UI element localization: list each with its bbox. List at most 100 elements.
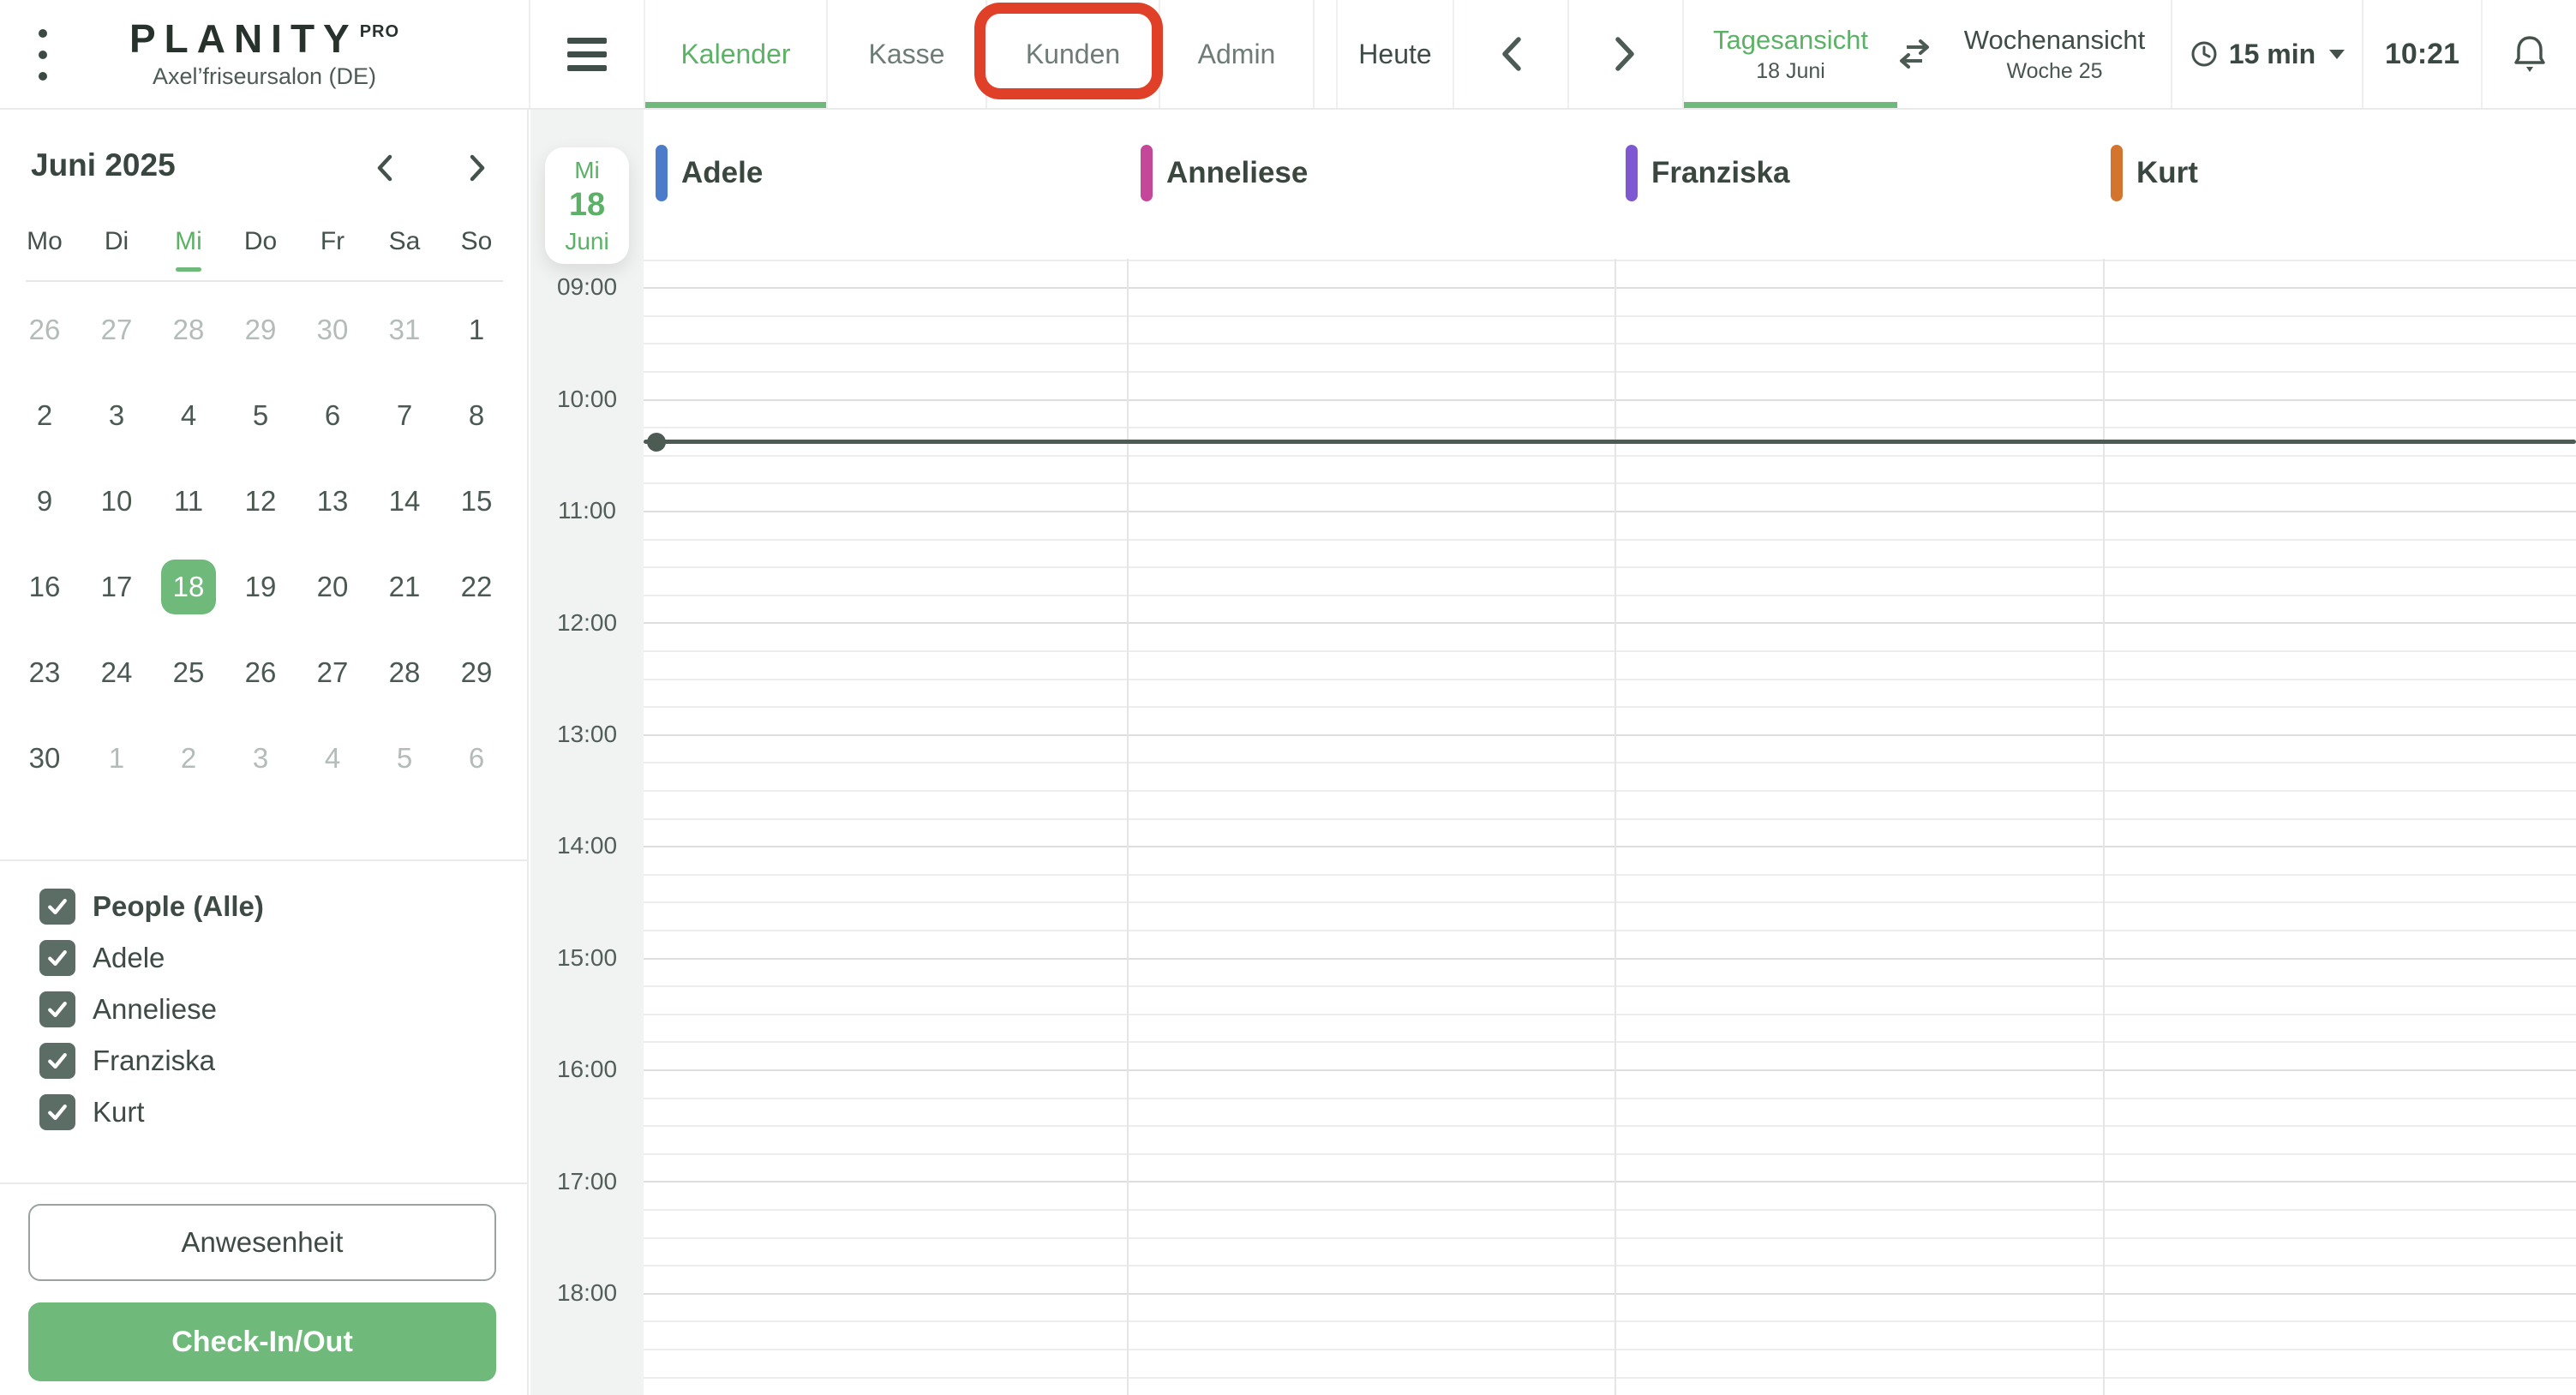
minical-day[interactable]: 30 <box>305 302 360 357</box>
minical-day[interactable]: 28 <box>377 645 432 700</box>
swap-views-icon[interactable] <box>1890 0 1938 108</box>
checkbox-checked[interactable] <box>39 889 75 925</box>
kebab-menu-button[interactable] <box>34 29 51 81</box>
minical-day[interactable]: 23 <box>17 645 72 700</box>
minical-day[interactable]: 6 <box>449 731 504 786</box>
sidebar: Juni 2025 Mo Di Mi Do Fr Sa So 26 27 28 29 30 31 1 2 3… <box>0 110 529 1395</box>
interval-select[interactable]: 15 min <box>2171 0 2362 108</box>
chevron-right-icon <box>1615 37 1634 71</box>
calendar-column-kurt[interactable] <box>2103 259 2576 1395</box>
minical-day[interactable]: 2 <box>17 388 72 443</box>
tab-label: Admin <box>1197 38 1276 69</box>
minical-day[interactable]: 29 <box>449 645 504 700</box>
hour-label: 12:00 <box>556 608 618 636</box>
minical-day[interactable]: 17 <box>89 560 144 614</box>
tab-day-view[interactable]: Tagesansicht 18 Juni <box>1684 0 1897 108</box>
tab-week-view[interactable]: Wochenansicht Woche 25 <box>1938 0 2171 108</box>
minical-day[interactable]: 29 <box>233 302 288 357</box>
minical-day[interactable]: 31 <box>377 302 432 357</box>
minical-day[interactable]: 14 <box>377 474 432 529</box>
staff-color-bar <box>2111 145 2123 201</box>
filter-person-adele[interactable]: Adele <box>39 932 264 984</box>
checkbox-checked[interactable] <box>39 1094 75 1130</box>
calendar-column-franziska[interactable] <box>1614 259 2103 1395</box>
calendar-column-adele[interactable] <box>644 259 1127 1395</box>
minical-day[interactable]: 16 <box>17 560 72 614</box>
tab-admin[interactable]: Admin <box>1159 0 1315 108</box>
minical-day[interactable]: 15 <box>449 474 504 529</box>
minical-separator <box>26 280 503 282</box>
minical-day-selected[interactable]: 18 <box>161 560 216 614</box>
check-icon <box>48 1105 67 1120</box>
weekday-so: So <box>460 227 493 255</box>
notifications-bell-button[interactable] <box>2481 0 2576 108</box>
hour-label: 16:00 <box>556 1056 618 1083</box>
checkbox-checked[interactable] <box>39 940 75 976</box>
tab-kunden[interactable]: Kunden <box>985 0 1159 108</box>
minical-day[interactable]: 27 <box>89 302 144 357</box>
minical-day[interactable]: 4 <box>161 388 216 443</box>
calendar-column-anneliese[interactable] <box>1127 259 1614 1395</box>
hamburger-menu-button[interactable] <box>529 0 644 108</box>
column-header-adele: Adele <box>656 145 763 201</box>
tab-kalender[interactable]: Kalender <box>644 0 826 108</box>
planity-pro-app: PLANITY PRO Axel’friseursalon (DE) Kalend… <box>0 0 2576 1395</box>
staff-name: Franziska <box>1651 156 1790 189</box>
prev-day-button[interactable] <box>1454 0 1569 108</box>
minical-day[interactable]: 4 <box>305 731 360 786</box>
active-view-underline <box>1684 102 1897 108</box>
filter-person-anneliese[interactable]: Anneliese <box>39 984 264 1035</box>
tab-label: Kalender <box>680 38 791 69</box>
filter-all-people[interactable]: People (Alle) <box>39 881 264 932</box>
minical-day[interactable]: 25 <box>161 645 216 700</box>
hour-label: 09:00 <box>556 273 618 301</box>
minical-day[interactable]: 1 <box>449 302 504 357</box>
minical-day[interactable]: 27 <box>305 645 360 700</box>
minical-day[interactable]: 26 <box>233 645 288 700</box>
minical-day[interactable]: 2 <box>161 731 216 786</box>
minical-day[interactable]: 28 <box>161 302 216 357</box>
minical-day[interactable]: 12 <box>233 474 288 529</box>
minical-day[interactable]: 19 <box>233 560 288 614</box>
current-time-line <box>644 440 2576 444</box>
minical-day[interactable]: 5 <box>377 731 432 786</box>
checkbox-checked[interactable] <box>39 991 75 1027</box>
attendance-button[interactable]: Anwesenheit <box>28 1204 496 1281</box>
heute-button[interactable]: Heute <box>1336 0 1454 108</box>
filter-person-kurt[interactable]: Kurt <box>39 1087 264 1138</box>
staff-color-bar <box>1626 145 1638 201</box>
minical-day[interactable]: 10 <box>89 474 144 529</box>
selected-weekday-underline <box>176 267 201 272</box>
minical-day[interactable]: 26 <box>17 302 72 357</box>
checkbox-checked[interactable] <box>39 1043 75 1079</box>
column-header-kurt: Kurt <box>2111 145 2198 201</box>
staff-color-bar <box>1141 145 1153 201</box>
minical-day[interactable]: 7 <box>377 388 432 443</box>
minical-next-button[interactable] <box>452 144 504 192</box>
minical-day[interactable]: 30 <box>17 731 72 786</box>
minical-day[interactable]: 5 <box>233 388 288 443</box>
minical-day[interactable]: 9 <box>17 474 72 529</box>
minical-day[interactable]: 22 <box>449 560 504 614</box>
check-in-out-button[interactable]: Check-In/Out <box>28 1302 496 1381</box>
weekday-mi: Mi <box>153 227 225 272</box>
check-icon <box>48 1002 67 1017</box>
minical-weekday-row: Mo Di Mi Do Fr Sa So <box>0 227 529 272</box>
salon-name: Axel’friseursalon (DE) <box>152 63 377 89</box>
clock-icon <box>2191 41 2217 67</box>
filter-person-franziska[interactable]: Franziska <box>39 1035 264 1087</box>
minical-day[interactable]: 24 <box>89 645 144 700</box>
tab-kasse[interactable]: Kasse <box>826 0 985 108</box>
minical-day[interactable]: 6 <box>305 388 360 443</box>
minical-day[interactable]: 11 <box>161 474 216 529</box>
minical-day[interactable]: 20 <box>305 560 360 614</box>
next-day-button[interactable] <box>1569 0 1684 108</box>
minical-day[interactable]: 13 <box>305 474 360 529</box>
minical-day[interactable]: 3 <box>233 731 288 786</box>
minical-day[interactable]: 21 <box>377 560 432 614</box>
hour-label: 13:00 <box>556 721 618 747</box>
minical-day[interactable]: 1 <box>89 731 144 786</box>
minical-day[interactable]: 3 <box>89 388 144 443</box>
minical-day[interactable]: 8 <box>449 388 504 443</box>
minical-prev-button[interactable] <box>358 144 410 192</box>
